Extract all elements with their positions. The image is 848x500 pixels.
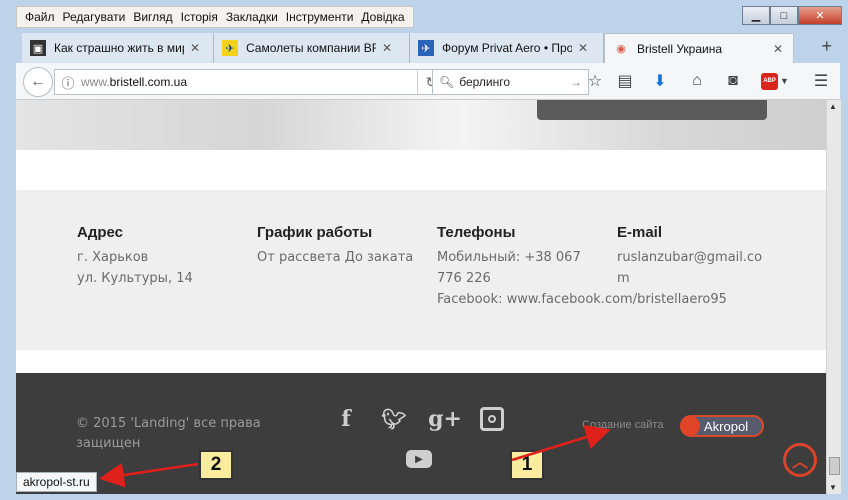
close-window-button[interactable]: ✕ [798,6,842,25]
tab-3[interactable]: ✈ Форум Privat Aero • Про ✕ [410,33,604,63]
google-plus-icon[interactable]: g+ [428,405,462,433]
facebook-icon[interactable]: f [332,405,360,433]
forum-favicon-icon: ✈ [418,40,434,56]
tab-close-icon[interactable]: ✕ [190,41,200,55]
schedule-text: От рассвета До заката [257,250,414,265]
address-column: Адрес г. Харьков ул. Культуры, 14 [77,224,237,289]
address-heading: Адрес [77,224,124,241]
email-link[interactable]: ruslanzubar@gmail.co [617,247,777,268]
scroll-up-arrow-icon[interactable]: ▲ [829,102,837,111]
annotation-badge-2: 2 [199,450,233,480]
navigation-toolbar: ← ⓘ www.bristell.com.ua ↻ 🔍︎ берлинго → … [16,63,840,100]
menu-bar: Файл Редагувати Вигляд Історія Закладки … [16,6,414,28]
hero-image [16,100,826,150]
new-tab-button[interactable]: + [821,36,832,57]
home-button[interactable]: ⌂ [686,70,708,92]
tab-title: Форум Privat Aero • Про [442,41,572,55]
menu-view[interactable]: Вигляд [129,10,176,24]
bristell-favicon-icon: ◉ [616,43,626,55]
schedule-column: График работы От рассвета До заката [257,224,427,268]
reader-icon: ▤ [617,73,633,90]
tab-title: Самолеты компании BR [246,41,376,55]
tab-title: Как страшно жить в мире [54,41,184,55]
minimize-button[interactable]: ▁ [742,6,770,25]
star-icon: ☆ [587,73,603,90]
akropol-logo-icon [680,416,700,436]
page-viewport: Адрес г. Харьков ул. Культуры, 14 График… [16,100,826,494]
tab-4-active[interactable]: ◉ Bristell Украина ✕ [604,33,794,63]
window-controls: ▁ □ ✕ [742,6,842,25]
akropol-brand-text: Akropol [704,418,749,434]
akropol-logo-link[interactable]: Akropol [680,415,764,437]
tab-close-icon[interactable]: ✕ [773,42,783,56]
menu-file[interactable]: Файл [21,10,59,24]
pocket-button[interactable]: ◙ [722,70,744,92]
chevron-up-icon: ︿ [791,454,808,471]
adblock-icon: ABP [761,72,779,90]
schedule-heading: График работы [257,224,373,241]
menu-button[interactable]: ☰ [810,70,832,92]
site-footer: © 2015 'Landing' все права защищен f 🐦︎ … [16,373,826,494]
back-arrow-icon: ← [30,73,46,90]
back-button[interactable]: ← [23,67,53,97]
instagram-icon[interactable] [478,405,506,433]
maximize-icon: □ [780,9,788,22]
address-city: г. Харьков [77,250,149,265]
menu-tools[interactable]: Інструменти [282,10,358,24]
site-credit-text: Создание сайта [582,419,664,431]
vertical-scrollbar[interactable]: ▲ ▼ [826,100,841,494]
pocket-icon: ◙ [728,72,738,89]
search-icon: 🔍︎ [439,75,455,89]
plus-icon: + [821,36,832,56]
search-go-icon[interactable]: → [570,75,582,89]
annotation-badge-1: 1 [510,450,544,480]
contacts-section: Адрес г. Харьков ул. Культуры, 14 График… [16,190,826,350]
plane-favicon-icon: ✈ [222,40,238,56]
downloads-button[interactable]: ⬇ [649,70,671,92]
scroll-to-top-button[interactable]: ︿ [783,443,817,477]
youtube-icon[interactable]: ▶ [405,445,433,473]
email-heading: E-mail [617,224,663,241]
maximize-button[interactable]: □ [770,6,798,25]
tab-close-icon[interactable]: ✕ [578,41,588,55]
scroll-down-arrow-icon[interactable]: ▼ [829,483,837,492]
url-text: www.bristell.com.ua [81,75,187,89]
address-bar[interactable]: ⓘ www.bristell.com.ua ↻ [54,69,446,95]
address-street: ул. Культуры, 14 [77,271,193,286]
copyright-text: © 2015 'Landing' все права защищен [76,416,261,451]
scrollbar-thumb[interactable] [829,457,840,475]
tab-title: Bristell Украина [637,41,723,56]
close-icon: ✕ [815,10,825,22]
hamburger-icon: ☰ [813,73,829,90]
hero-dark-box [537,100,767,120]
download-arrow-icon: ⬇ [653,73,667,90]
menu-edit[interactable]: Редагувати [59,10,130,24]
tab-close-icon[interactable]: ✕ [382,41,392,55]
reading-list-button[interactable]: ▤ [614,70,636,92]
photo-favicon-icon: ▣ [30,40,46,56]
search-bar[interactable]: 🔍︎ берлинго → [432,69,589,95]
tab-2[interactable]: ✈ Самолеты компании BR ✕ [214,33,410,63]
bookmark-star-button[interactable]: ☆ [584,70,606,92]
email-link-cont[interactable]: m [617,268,777,289]
email-column: E-mail ruslanzubar@gmail.co m [617,224,777,289]
menu-help[interactable]: Довідка [357,10,408,24]
url-domain: bristell.com.ua [109,75,188,89]
minimize-icon: ▁ [751,10,761,22]
adblock-button[interactable]: ABP ▼ [758,70,792,92]
url-prefix: www. [81,75,110,89]
status-url-tooltip: akropol-st.ru [16,472,97,492]
menu-bookmarks[interactable]: Закладки [222,10,282,24]
dropdown-icon: ▼ [780,76,789,86]
tab-strip: ▣ Как страшно жить в мире ✕ ✈ Самолеты к… [16,33,840,63]
info-icon[interactable]: ⓘ [55,73,81,92]
facebook-link[interactable]: Facebook: www.facebook.com/bristellaero9… [437,289,777,310]
menu-history[interactable]: Історія [177,10,222,24]
home-icon: ⌂ [692,72,702,89]
twitter-icon[interactable]: 🐦︎ [380,405,408,433]
tab-1[interactable]: ▣ Как страшно жить в мире ✕ [22,33,214,63]
search-input[interactable]: берлинго [459,75,510,89]
